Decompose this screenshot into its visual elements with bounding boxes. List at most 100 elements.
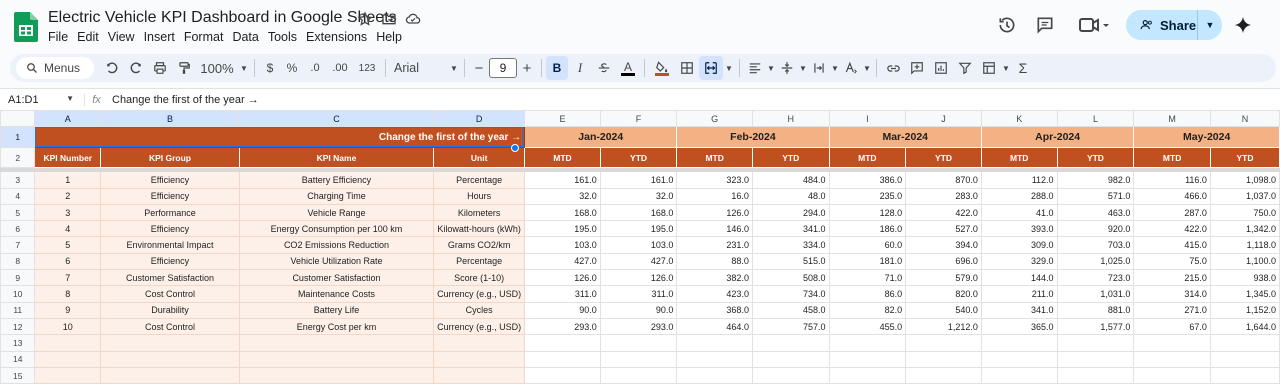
header-cell[interactable]: YTD: [751, 147, 830, 169]
text-color-button[interactable]: A: [616, 56, 640, 80]
document-title[interactable]: Electric Vehicle KPI Dashboard in Google…: [48, 9, 397, 27]
empty-cell[interactable]: [100, 334, 240, 352]
text-rotation-icon[interactable]: [840, 56, 862, 80]
row-header-14[interactable]: 14: [0, 350, 36, 368]
table-cell[interactable]: 126.0: [676, 203, 753, 222]
row-header-7[interactable]: 7: [0, 236, 36, 254]
table-cell[interactable]: Vehicle Range: [238, 203, 435, 222]
header-cell[interactable]: MTD: [828, 147, 907, 169]
table-cell[interactable]: 415.0: [1133, 236, 1211, 254]
empty-cell[interactable]: [433, 366, 526, 385]
column-header-l[interactable]: L: [1056, 110, 1135, 128]
table-cell[interactable]: 103.0: [524, 236, 601, 254]
table-cell[interactable]: 16.0: [676, 187, 753, 205]
month-header-mar[interactable]: Mar-2024: [828, 126, 982, 149]
increase-decimal-button[interactable]: .00: [327, 56, 353, 80]
empty-cell[interactable]: [905, 334, 982, 352]
table-cell[interactable]: 464.0: [676, 317, 753, 336]
gemini-icon[interactable]: [1233, 15, 1253, 35]
header-cell[interactable]: YTD: [599, 147, 678, 169]
number-format-button[interactable]: 123: [353, 56, 381, 80]
empty-cell[interactable]: [905, 366, 982, 385]
table-cell[interactable]: 48.0: [751, 187, 830, 205]
table-cell[interactable]: 757.0: [751, 317, 830, 336]
row-header-9[interactable]: 9: [0, 269, 36, 287]
header-cell[interactable]: MTD: [524, 147, 601, 169]
merge-cells-icon[interactable]: [699, 56, 723, 80]
table-cell[interactable]: 195.0: [599, 220, 678, 238]
empty-cell[interactable]: [599, 350, 678, 368]
undo-icon[interactable]: [100, 56, 124, 80]
empty-cell[interactable]: [751, 366, 830, 385]
meet-icon[interactable]: [1078, 15, 1112, 35]
table-cell[interactable]: 311.0: [599, 285, 678, 303]
column-header-b[interactable]: B: [100, 110, 240, 128]
table-cell[interactable]: 144.0: [980, 269, 1058, 287]
table-cell[interactable]: Charging Time: [238, 187, 435, 205]
table-cell[interactable]: 696.0: [905, 252, 982, 271]
move-folder-icon[interactable]: [381, 11, 397, 27]
font-caret-icon[interactable]: ▼: [448, 56, 460, 80]
empty-cell[interactable]: [599, 366, 678, 385]
table-cell[interactable]: Cycles: [433, 301, 526, 319]
table-cell[interactable]: Efficiency: [100, 187, 240, 205]
table-cell[interactable]: 455.0: [828, 317, 907, 336]
table-cell[interactable]: Efficiency: [100, 252, 240, 271]
header-cell[interactable]: KPI Name: [238, 147, 435, 169]
table-cell[interactable]: 128.0: [828, 203, 907, 222]
table-cell[interactable]: 1,025.0: [1056, 252, 1135, 271]
empty-cell[interactable]: [980, 366, 1058, 385]
table-cell[interactable]: 71.0: [828, 269, 907, 287]
table-cell[interactable]: 9: [34, 301, 102, 319]
table-cell[interactable]: Maintenance Costs: [238, 285, 435, 303]
row-header-4[interactable]: 4: [0, 187, 36, 205]
table-cell[interactable]: 515.0: [751, 252, 830, 271]
empty-cell[interactable]: [524, 366, 601, 385]
table-cell[interactable]: 32.0: [524, 187, 601, 205]
filter-views-icon[interactable]: [977, 56, 1001, 80]
star-icon[interactable]: [357, 11, 373, 27]
empty-cell[interactable]: [238, 334, 435, 352]
empty-cell[interactable]: [980, 350, 1058, 368]
table-cell[interactable]: 2: [34, 187, 102, 205]
table-cell[interactable]: 126.0: [524, 269, 601, 287]
table-cell[interactable]: 723.0: [1056, 269, 1135, 287]
table-cell[interactable]: 5: [34, 236, 102, 254]
month-header-feb[interactable]: Feb-2024: [676, 126, 830, 149]
table-cell[interactable]: 527.0: [905, 220, 982, 238]
month-header-apr[interactable]: Apr-2024: [980, 126, 1135, 149]
table-cell[interactable]: 820.0: [905, 285, 982, 303]
comment-icon[interactable]: [1035, 15, 1055, 35]
table-cell[interactable]: 579.0: [905, 269, 982, 287]
table-cell[interactable]: 82.0: [828, 301, 907, 319]
empty-cell[interactable]: [1056, 350, 1135, 368]
empty-cell[interactable]: [828, 366, 907, 385]
table-cell[interactable]: Cost Control: [100, 285, 240, 303]
table-cell[interactable]: 368.0: [676, 301, 753, 319]
strikethrough-icon[interactable]: [592, 56, 616, 80]
column-header-g[interactable]: G: [676, 110, 753, 128]
table-cell[interactable]: CO2 Emissions Reduction: [238, 236, 435, 254]
header-cell[interactable]: YTD: [1056, 147, 1135, 169]
table-cell[interactable]: 90.0: [599, 301, 678, 319]
row-header-12[interactable]: 12: [0, 317, 36, 336]
empty-cell[interactable]: [1056, 334, 1135, 352]
table-cell[interactable]: 1,212.0: [905, 317, 982, 336]
row-header-1[interactable]: 1: [0, 126, 36, 149]
table-cell[interactable]: Percentage: [433, 252, 526, 271]
font-select[interactable]: Arial: [390, 56, 448, 80]
percent-format-button[interactable]: %: [281, 56, 303, 80]
table-cell[interactable]: 1: [34, 171, 102, 189]
month-header-may[interactable]: May-2024: [1133, 126, 1280, 149]
header-cell[interactable]: MTD: [1133, 147, 1211, 169]
table-cell[interactable]: 314.0: [1133, 285, 1211, 303]
table-cell[interactable]: 463.0: [1056, 203, 1135, 222]
header-cell[interactable]: YTD: [905, 147, 982, 169]
align-caret-icon[interactable]: ▼: [766, 56, 776, 80]
table-cell[interactable]: 161.0: [599, 171, 678, 189]
table-cell[interactable]: 329.0: [980, 252, 1058, 271]
empty-cell[interactable]: [751, 350, 830, 368]
table-cell[interactable]: Efficiency: [100, 171, 240, 189]
table-cell[interactable]: 8: [34, 285, 102, 303]
table-cell[interactable]: 211.0: [980, 285, 1058, 303]
